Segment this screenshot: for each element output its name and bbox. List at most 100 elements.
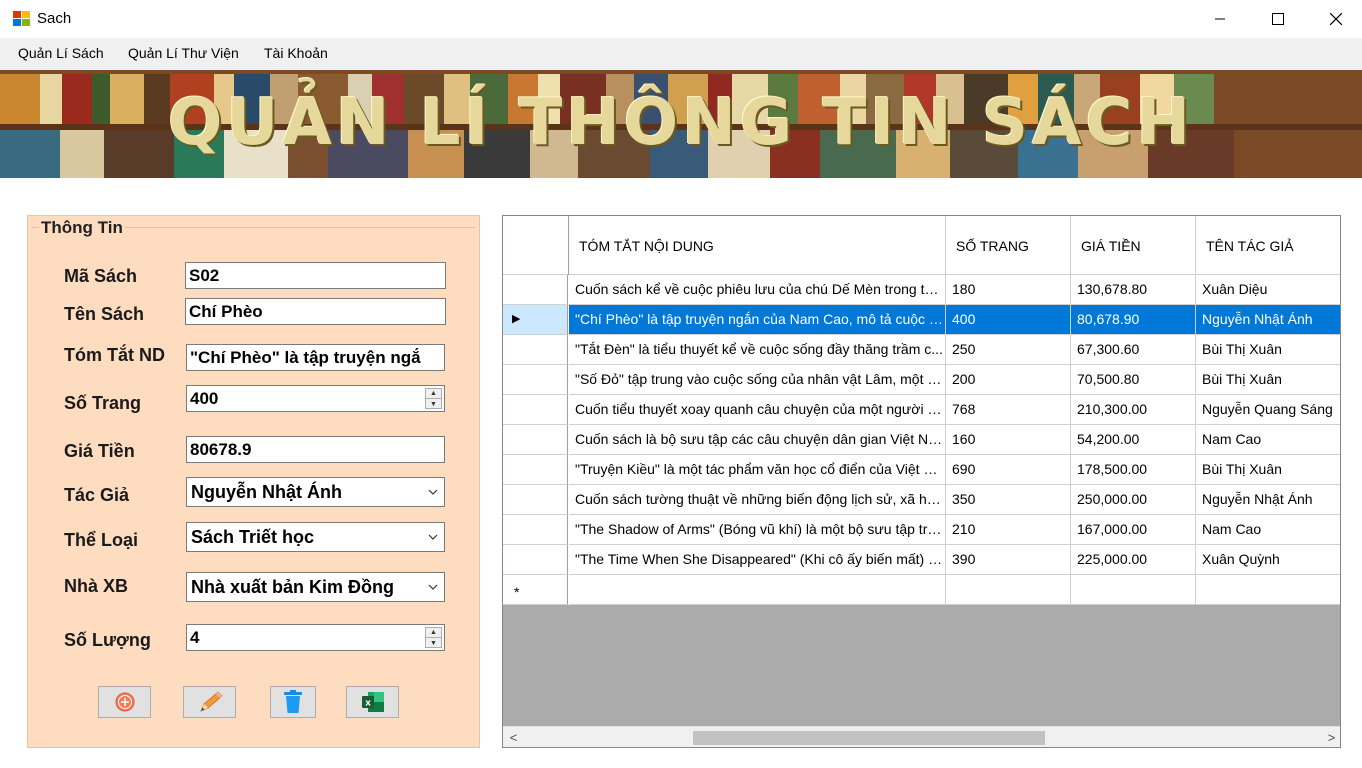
table-cell[interactable]: Nguyễn Nhật Ánh	[1196, 305, 1340, 335]
scroll-left-icon[interactable]: <	[506, 730, 521, 745]
table-cell[interactable]	[1196, 575, 1340, 605]
so-luong-spin[interactable]: ▲ ▼	[425, 627, 442, 648]
table-row[interactable]: ▶ "Chí Phèo" là tập truyện ngắn của Nam C…	[503, 305, 1340, 335]
table-cell[interactable]: 400	[946, 305, 1071, 335]
table-row[interactable]: Cuốn sách tường thuật về những biến động…	[503, 485, 1340, 515]
table-cell[interactable]: 180	[946, 275, 1071, 305]
so-trang-spin[interactable]: ▲ ▼	[425, 388, 442, 409]
table-cell[interactable]: 210,300.00	[1071, 395, 1196, 425]
export-excel-button[interactable]: x	[346, 686, 399, 718]
tom-tat-input[interactable]: "Chí Phèo" là tập truyện ngắ	[186, 344, 445, 371]
maximize-button[interactable]	[1249, 0, 1307, 38]
row-header[interactable]	[503, 425, 568, 455]
table-cell[interactable]: Nam Cao	[1196, 425, 1340, 455]
table-cell[interactable]: 167,000.00	[1071, 515, 1196, 545]
tac-gia-select[interactable]: Nguyễn Nhật Ánh	[186, 477, 445, 507]
the-loai-select[interactable]: Sách Triết học	[186, 522, 445, 552]
row-header[interactable]	[503, 335, 568, 365]
row-header[interactable]: ▶	[503, 305, 568, 335]
horizontal-scrollbar[interactable]: < >	[503, 726, 1340, 747]
new-row[interactable]: *	[503, 575, 1340, 605]
table-cell[interactable]: "The Time When She Disappeared" (Khi cô …	[569, 545, 946, 575]
menu-tai-khoan[interactable]: Tài Khoản	[264, 45, 328, 61]
table-cell[interactable]: "Chí Phèo" là tập truyện ngắn của Nam Ca…	[569, 305, 946, 335]
books-grid[interactable]: TÓM TẮT NỘI DUNG SỐ TRANG GIÁ TIỀN TÊN T…	[502, 215, 1341, 748]
column-header-so-trang[interactable]: SỐ TRANG	[946, 216, 1071, 275]
so-luong-stepper[interactable]: 4 ▲ ▼	[186, 624, 445, 651]
table-row[interactable]: "Truyện Kiều" là một tác phẩm văn học cổ…	[503, 455, 1340, 485]
table-cell[interactable]: 70,500.80	[1071, 365, 1196, 395]
spin-up-icon[interactable]: ▲	[426, 389, 441, 399]
table-cell[interactable]: Bùi Thị Xuân	[1196, 365, 1340, 395]
table-cell[interactable]: 690	[946, 455, 1071, 485]
table-cell[interactable]: "Truyện Kiều" là một tác phẩm văn học cổ…	[569, 455, 946, 485]
row-header[interactable]: *	[503, 575, 568, 605]
table-cell[interactable]: 67,300.60	[1071, 335, 1196, 365]
table-cell[interactable]: Nam Cao	[1196, 515, 1340, 545]
row-header[interactable]	[503, 515, 568, 545]
table-row[interactable]: Cuốn sách kể về cuộc phiêu lưu của chú D…	[503, 275, 1340, 305]
table-cell[interactable]: 160	[946, 425, 1071, 455]
row-header[interactable]	[503, 455, 568, 485]
table-cell[interactable]: 178,500.00	[1071, 455, 1196, 485]
table-row[interactable]: Cuốn sách là bộ sưu tập các câu chuyện d…	[503, 425, 1340, 455]
table-cell[interactable]: Cuốn sách kể về cuộc phiêu lưu của chú D…	[569, 275, 946, 305]
table-cell[interactable]: 80,678.90	[1071, 305, 1196, 335]
nha-xb-select[interactable]: Nhà xuất bản Kim Đồng	[186, 572, 445, 602]
spin-down-icon[interactable]: ▼	[426, 399, 441, 409]
table-row[interactable]: "The Shadow of Arms" (Bóng vũ khí) là mộ…	[503, 515, 1340, 545]
table-cell[interactable]: 225,000.00	[1071, 545, 1196, 575]
scroll-thumb[interactable]	[693, 731, 1045, 745]
table-cell[interactable]: Cuốn sách là bộ sưu tập các câu chuyện d…	[569, 425, 946, 455]
table-cell[interactable]: "The Shadow of Arms" (Bóng vũ khí) là mộ…	[569, 515, 946, 545]
table-cell[interactable]: 250,000.00	[1071, 485, 1196, 515]
spin-up-icon[interactable]: ▲	[426, 628, 441, 638]
table-row[interactable]: "Số Đỏ" tập trung vào cuộc sống của nhân…	[503, 365, 1340, 395]
row-header[interactable]	[503, 395, 568, 425]
table-cell[interactable]: Xuân Quỳnh	[1196, 545, 1340, 575]
ten-sach-input[interactable]: Chí Phèo	[185, 298, 446, 325]
table-cell[interactable]: 210	[946, 515, 1071, 545]
table-cell[interactable]: Nguyễn Nhật Ánh	[1196, 485, 1340, 515]
table-cell[interactable]: 390	[946, 545, 1071, 575]
table-cell[interactable]: Bùi Thị Xuân	[1196, 455, 1340, 485]
spin-down-icon[interactable]: ▼	[426, 638, 441, 648]
delete-button[interactable]	[270, 686, 316, 718]
table-cell[interactable]: "Tắt Đèn" là tiểu thuyết kể về cuộc sống…	[569, 335, 946, 365]
table-row[interactable]: "The Time When She Disappeared" (Khi cô …	[503, 545, 1340, 575]
edit-button[interactable]	[183, 686, 236, 718]
table-cell[interactable]	[1071, 575, 1196, 605]
row-header[interactable]	[503, 275, 568, 305]
table-cell[interactable]: "Số Đỏ" tập trung vào cuộc sống của nhân…	[569, 365, 946, 395]
menu-quan-li-sach[interactable]: Quản Lí Sách	[18, 45, 104, 61]
table-cell[interactable]: 54,200.00	[1071, 425, 1196, 455]
row-header[interactable]	[503, 545, 568, 575]
table-cell[interactable]: Bùi Thị Xuân	[1196, 335, 1340, 365]
table-cell[interactable]: 768	[946, 395, 1071, 425]
table-row[interactable]: Cuốn tiểu thuyết xoay quanh câu chuyện c…	[503, 395, 1340, 425]
table-cell[interactable]: Xuân Diệu	[1196, 275, 1340, 305]
row-header[interactable]	[503, 365, 568, 395]
ma-sach-input[interactable]: S02	[185, 262, 446, 289]
add-button[interactable]	[98, 686, 151, 718]
gia-tien-input[interactable]: 80678.9	[186, 436, 445, 463]
column-header-tom-tat[interactable]: TÓM TẮT NỘI DUNG	[569, 216, 946, 275]
table-cell[interactable]: 200	[946, 365, 1071, 395]
table-cell[interactable]: Nguyễn Quang Sáng	[1196, 395, 1340, 425]
table-cell[interactable]: 130,678.80	[1071, 275, 1196, 305]
table-cell[interactable]	[569, 575, 946, 605]
table-cell[interactable]: Cuốn tiểu thuyết xoay quanh câu chuyện c…	[569, 395, 946, 425]
scroll-right-icon[interactable]: >	[1324, 730, 1339, 745]
close-button[interactable]	[1307, 0, 1362, 38]
table-cell[interactable]	[946, 575, 1071, 605]
table-cell[interactable]: Cuốn sách tường thuật về những biến động…	[569, 485, 946, 515]
table-cell[interactable]: 250	[946, 335, 1071, 365]
column-header-gia-tien[interactable]: GIÁ TIỀN	[1071, 216, 1196, 275]
so-trang-stepper[interactable]: 400 ▲ ▼	[186, 385, 445, 412]
row-header[interactable]	[503, 485, 568, 515]
menu-quan-li-thu-vien[interactable]: Quản Lí Thư Viện	[128, 45, 239, 61]
minimize-button[interactable]	[1191, 0, 1249, 38]
column-header-ten-tac-gia[interactable]: TÊN TÁC GIẢ	[1196, 216, 1340, 275]
table-row[interactable]: "Tắt Đèn" là tiểu thuyết kể về cuộc sống…	[503, 335, 1340, 365]
table-cell[interactable]: 350	[946, 485, 1071, 515]
